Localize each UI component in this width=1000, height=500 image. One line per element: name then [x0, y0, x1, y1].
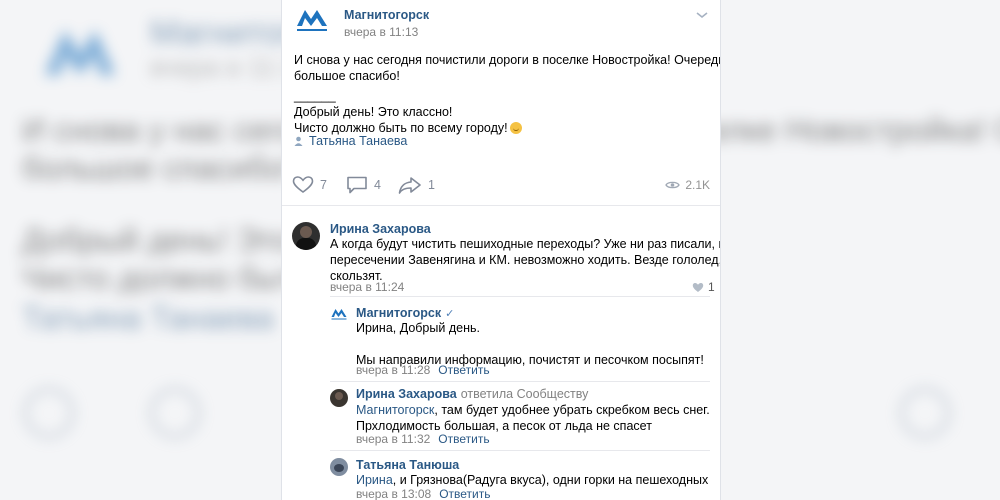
- comment-text-line: [356, 336, 704, 352]
- post-card: Магнитогорск вчера в 11:13 И снова у нас…: [282, 0, 720, 500]
- post-text-span: Чисто должно быть по всему городу!: [294, 121, 508, 135]
- views-count: 2.1K: [685, 178, 710, 192]
- comment-separator: [330, 381, 710, 382]
- person-icon: [294, 136, 303, 146]
- comment-reply: Ирина Захарова ответила Сообществу Магнит…: [282, 384, 720, 450]
- reply-button[interactable]: Ответить: [438, 432, 489, 446]
- comment-icon: [347, 176, 367, 194]
- comment-author-name: Магнитогорск: [356, 306, 442, 320]
- comment-text: Ирина, Добрый день. Мы направили информа…: [356, 320, 704, 368]
- comment-like-button[interactable]: 1: [692, 280, 715, 294]
- divider: [282, 205, 720, 206]
- background-like-shape: [24, 388, 74, 438]
- comment-text: Ирина, и Грязнова(Радуга вкуса), одни го…: [356, 472, 708, 488]
- replied-to: ответила Сообществу: [460, 387, 589, 401]
- verified-icon: ✓: [445, 308, 455, 320]
- reply-button[interactable]: Ответить: [439, 487, 490, 500]
- comment-author[interactable]: Татьяна Танюша: [356, 458, 459, 472]
- comment-time[interactable]: вчера в 11:28: [356, 363, 430, 377]
- comment-time[interactable]: вчера в 11:24: [330, 280, 404, 294]
- avatar[interactable]: [330, 458, 348, 476]
- group-logo-icon[interactable]: [330, 306, 348, 322]
- post-text-line: И снова у нас сегодня почистили дороги в…: [294, 53, 720, 67]
- comment-like-count: 1: [708, 280, 715, 294]
- comment: Ирина Захарова А когда будут чистить пеш…: [282, 214, 720, 296]
- comment-meta: вчера в 11:28 Ответить: [356, 363, 490, 377]
- background-text-line: большое спасибо!: [22, 150, 293, 186]
- post-text-line: ______: [294, 89, 336, 103]
- comment-text-line: пересечении Завенягина и КМ. невозможно …: [330, 253, 720, 267]
- post-actions: 7 4 1 2.1K: [282, 168, 720, 202]
- post-text-line: большое спасибо!: [294, 69, 400, 83]
- comment-text-span: , и Грязнова(Радуга вкуса), одни горки н…: [392, 473, 709, 487]
- mention-link[interactable]: Ирина: [356, 473, 393, 487]
- comment-count: 4: [374, 178, 381, 192]
- heart-icon: [292, 176, 314, 193]
- comment-author[interactable]: Ирина Захарова ответила Сообществу: [356, 387, 588, 401]
- comment-time[interactable]: вчера в 11:32: [356, 432, 430, 446]
- share-icon: [398, 177, 421, 194]
- post-time[interactable]: вчера в 11:13: [344, 25, 418, 39]
- comment-text-line: Ирина, и Грязнова(Радуга вкуса), одни го…: [356, 472, 708, 488]
- comment-text: Магнитогорск, там будет удобнее убрать с…: [356, 402, 710, 434]
- group-logo-icon[interactable]: [294, 4, 330, 36]
- comment-author[interactable]: Ирина Захарова: [330, 222, 431, 236]
- post-signer[interactable]: Татьяна Танаева: [294, 134, 407, 148]
- comment-text: А когда будут чистить пешиходные переход…: [330, 236, 720, 284]
- smile-emoji-icon: [509, 122, 522, 134]
- background-logo: [45, 30, 115, 75]
- views-counter: 2.1K: [665, 176, 710, 194]
- comment-text-line: А когда будут чистить пешиходные переход…: [330, 237, 720, 251]
- post-text-line: Добрый день! Это классно!: [294, 105, 453, 119]
- post-text: И снова у нас сегодня почистили дороги в…: [294, 52, 720, 136]
- eye-icon: [665, 181, 681, 189]
- like-count: 7: [320, 178, 327, 192]
- avatar[interactable]: [330, 389, 348, 407]
- comment-author-name: Ирина Захарова: [356, 387, 457, 401]
- background-views-shape: [900, 388, 950, 438]
- comment-author[interactable]: Магнитогорск ✓: [356, 306, 454, 320]
- comment-separator: [330, 450, 710, 451]
- comment-text-line: Магнитогорск, там будет удобнее убрать с…: [356, 402, 710, 418]
- comment-meta: вчера в 11:32 Ответить: [356, 432, 490, 446]
- comment-text-line: Ирина, Добрый день.: [356, 321, 480, 335]
- group-name-link[interactable]: Магнитогорск: [344, 8, 429, 22]
- comment-meta: вчера в 13:08 Ответить: [356, 487, 490, 500]
- mention-link[interactable]: Магнитогорск: [356, 403, 434, 417]
- post-header: Магнитогорск вчера в 11:13: [294, 4, 708, 40]
- comment-separator: [330, 296, 710, 297]
- reply-button[interactable]: Ответить: [438, 363, 489, 377]
- signer-name: Татьяна Танаева: [309, 134, 408, 148]
- avatar[interactable]: [292, 222, 320, 250]
- background-signer: Татьяна Танаева: [22, 300, 274, 336]
- comment-button[interactable]: 4: [346, 176, 381, 194]
- share-button[interactable]: 1: [398, 176, 435, 194]
- heart-icon: [692, 282, 704, 292]
- comment-reply: Магнитогорск ✓ Ирина, Добрый день. Мы нап…: [282, 300, 720, 380]
- background-comment-shape: [150, 388, 200, 438]
- like-button[interactable]: 7: [292, 176, 327, 194]
- chevron-down-icon[interactable]: [696, 10, 708, 20]
- comment-reply: Татьяна Танюша Ирина, и Грязнова(Радуга …: [282, 454, 720, 500]
- share-count: 1: [428, 178, 435, 192]
- comment-text-span: , там будет удобнее убрать скребком весь…: [434, 403, 710, 417]
- comment-time[interactable]: вчера в 13:08: [356, 487, 431, 500]
